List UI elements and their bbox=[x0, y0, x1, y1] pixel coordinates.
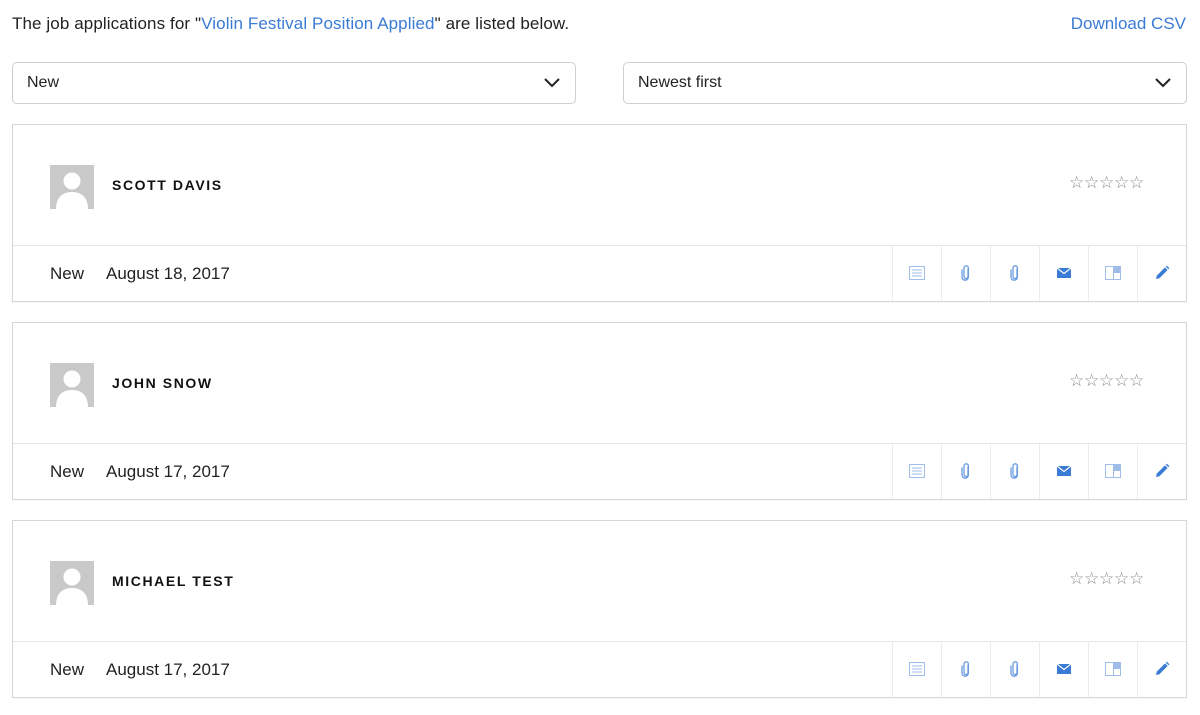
attachment-icon bbox=[961, 661, 971, 677]
attachment-icon bbox=[1010, 661, 1020, 677]
chevron-down-icon bbox=[1154, 74, 1172, 92]
star-icon[interactable]: ☆ bbox=[1084, 173, 1099, 193]
layout-icon bbox=[1105, 662, 1121, 676]
attachment-button[interactable] bbox=[941, 443, 990, 499]
star-icon[interactable]: ☆ bbox=[1084, 569, 1099, 589]
sort-order-value: Newest first bbox=[638, 74, 722, 91]
application-actions bbox=[892, 641, 1186, 697]
envelope-icon bbox=[1057, 268, 1071, 278]
application-footer: New August 18, 2017 bbox=[13, 245, 1186, 301]
application-actions bbox=[892, 245, 1186, 301]
status-filter-value: New bbox=[27, 74, 60, 91]
application-status: New bbox=[50, 660, 85, 679]
envelope-icon bbox=[1057, 664, 1071, 674]
chevron-down-icon bbox=[543, 74, 561, 92]
envelope-button[interactable] bbox=[1039, 245, 1088, 301]
intro-suffix: " are listed below. bbox=[434, 14, 570, 33]
avatar bbox=[50, 165, 94, 209]
application-status: New bbox=[50, 264, 85, 283]
star-icon[interactable]: ☆ bbox=[1069, 371, 1084, 391]
star-icon[interactable]: ☆ bbox=[1129, 173, 1144, 193]
pencil-button[interactable] bbox=[1137, 443, 1186, 499]
attachment-button[interactable] bbox=[990, 245, 1039, 301]
applicant-name[interactable]: MICHAEL TEST bbox=[112, 573, 234, 589]
layout-button[interactable] bbox=[1088, 641, 1137, 697]
avatar bbox=[50, 561, 94, 605]
list-button[interactable] bbox=[892, 245, 941, 301]
star-rating[interactable]: ☆ ☆ ☆ ☆ ☆ bbox=[1069, 371, 1144, 391]
download-csv-link[interactable]: Download CSV bbox=[1071, 14, 1186, 34]
star-icon[interactable]: ☆ bbox=[1099, 371, 1114, 391]
list-button[interactable] bbox=[892, 641, 941, 697]
star-icon[interactable]: ☆ bbox=[1099, 173, 1114, 193]
layout-button[interactable] bbox=[1088, 443, 1137, 499]
intro-text: The job applications for "Violin Festiva… bbox=[12, 14, 569, 34]
applicant-name[interactable]: JOHN SNOW bbox=[112, 375, 213, 391]
pencil-button[interactable] bbox=[1137, 245, 1186, 301]
application-header: MICHAEL TEST ☆ ☆ ☆ ☆ ☆ bbox=[13, 521, 1186, 642]
attachment-icon bbox=[1010, 265, 1020, 281]
star-icon[interactable]: ☆ bbox=[1114, 173, 1129, 193]
star-icon[interactable]: ☆ bbox=[1114, 569, 1129, 589]
intro-prefix: The job applications for " bbox=[12, 14, 202, 33]
layout-icon bbox=[1105, 266, 1121, 280]
star-icon[interactable]: ☆ bbox=[1069, 569, 1084, 589]
star-icon[interactable]: ☆ bbox=[1069, 173, 1084, 193]
application-footer: New August 17, 2017 bbox=[13, 443, 1186, 499]
layout-icon bbox=[1105, 464, 1121, 478]
attachment-button[interactable] bbox=[990, 641, 1039, 697]
attachment-icon bbox=[961, 463, 971, 479]
job-title-link[interactable]: Violin Festival Position Applied bbox=[201, 14, 434, 33]
list-icon bbox=[909, 266, 925, 280]
layout-button[interactable] bbox=[1088, 245, 1137, 301]
list-icon bbox=[909, 662, 925, 676]
applicant-name[interactable]: SCOTT DAVIS bbox=[112, 177, 223, 193]
applications-page: The job applications for "Violin Festiva… bbox=[0, 0, 1200, 715]
list-button[interactable] bbox=[892, 443, 941, 499]
star-icon[interactable]: ☆ bbox=[1129, 371, 1144, 391]
sort-order-select[interactable]: Newest first bbox=[623, 62, 1187, 104]
application-date: August 18, 2017 bbox=[106, 264, 230, 283]
star-icon[interactable]: ☆ bbox=[1129, 569, 1144, 589]
pencil-icon bbox=[1154, 463, 1170, 479]
envelope-button[interactable] bbox=[1039, 443, 1088, 499]
application-date: August 17, 2017 bbox=[106, 462, 230, 481]
pencil-button[interactable] bbox=[1137, 641, 1186, 697]
application-footer: New August 17, 2017 bbox=[13, 641, 1186, 697]
star-icon[interactable]: ☆ bbox=[1084, 371, 1099, 391]
star-rating[interactable]: ☆ ☆ ☆ ☆ ☆ bbox=[1069, 173, 1144, 193]
attachment-button[interactable] bbox=[941, 641, 990, 697]
application-actions bbox=[892, 443, 1186, 499]
application-status: New bbox=[50, 462, 85, 481]
pencil-icon bbox=[1154, 661, 1170, 677]
pencil-icon bbox=[1154, 265, 1170, 281]
avatar bbox=[50, 363, 94, 407]
status-filter-select[interactable]: New bbox=[12, 62, 576, 104]
application-header: SCOTT DAVIS ☆ ☆ ☆ ☆ ☆ bbox=[13, 125, 1186, 246]
attachment-icon bbox=[1010, 463, 1020, 479]
list-icon bbox=[909, 464, 925, 478]
star-rating[interactable]: ☆ ☆ ☆ ☆ ☆ bbox=[1069, 569, 1144, 589]
application-date: August 17, 2017 bbox=[106, 660, 230, 679]
application-header: JOHN SNOW ☆ ☆ ☆ ☆ ☆ bbox=[13, 323, 1186, 444]
application-card: JOHN SNOW ☆ ☆ ☆ ☆ ☆ New August 17, 2017 bbox=[12, 322, 1187, 500]
application-card: MICHAEL TEST ☆ ☆ ☆ ☆ ☆ New August 17, 2017 bbox=[12, 520, 1187, 698]
star-icon[interactable]: ☆ bbox=[1099, 569, 1114, 589]
envelope-icon bbox=[1057, 466, 1071, 476]
star-icon[interactable]: ☆ bbox=[1114, 371, 1129, 391]
attachment-button[interactable] bbox=[990, 443, 1039, 499]
attachment-button[interactable] bbox=[941, 245, 990, 301]
application-card: SCOTT DAVIS ☆ ☆ ☆ ☆ ☆ New August 18, 2017 bbox=[12, 124, 1187, 302]
attachment-icon bbox=[961, 265, 971, 281]
envelope-button[interactable] bbox=[1039, 641, 1088, 697]
